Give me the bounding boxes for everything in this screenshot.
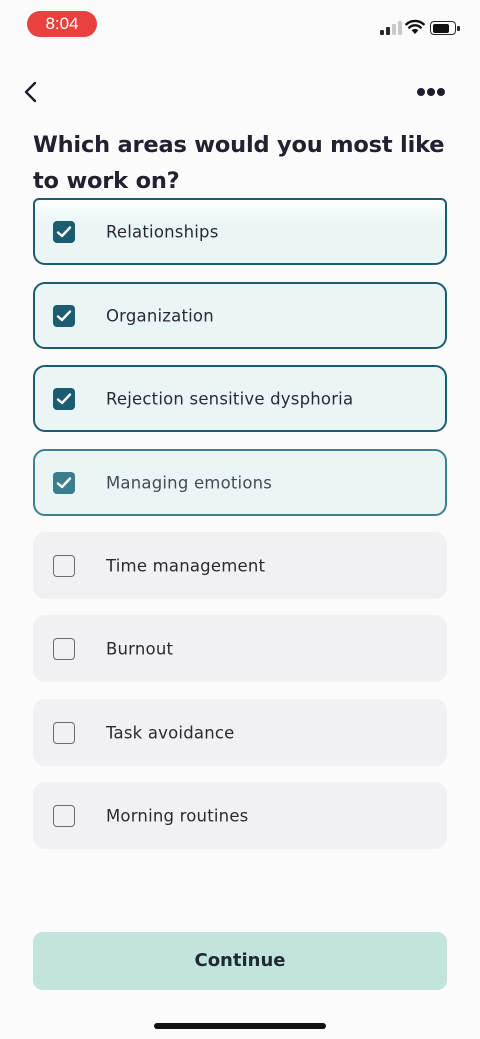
option-label: Organization [106,306,214,325]
option-item[interactable]: Relationships [33,198,447,265]
status-bar: 8:04 [0,0,480,50]
option-label: Morning routines [106,806,249,825]
more-options-button[interactable] [414,80,448,104]
checkbox-unchecked-icon[interactable] [53,637,75,660]
checkbox-checked-icon[interactable] [53,304,75,327]
option-label: Task avoidance [106,723,235,742]
home-indicator [154,1023,326,1029]
checkbox-unchecked-icon[interactable] [53,554,75,577]
battery-icon [430,21,460,35]
checkbox-checked-icon[interactable] [53,220,75,243]
checkbox-checked-icon[interactable] [53,471,75,494]
status-time: 8:04 [27,11,97,37]
option-item[interactable]: Task avoidance [33,699,447,766]
option-item[interactable]: Rejection sensitive dysphoria [33,365,447,432]
more-horizontal-icon [417,88,425,96]
option-item[interactable]: Time management [33,532,447,599]
wifi-icon [405,19,425,35]
option-item[interactable]: Burnout [33,615,447,682]
option-item[interactable]: Organization [33,282,447,349]
option-item[interactable]: Morning routines [33,782,447,849]
page-title: Which areas would you most like to work … [33,132,445,194]
option-item[interactable]: Managing emotions [33,449,447,516]
option-label: Managing emotions [106,473,273,492]
checkbox-unchecked-icon[interactable] [53,804,75,827]
option-label: Burnout [106,639,174,658]
option-label: Relationships [106,222,219,241]
option-label: Rejection sensitive dysphoria [106,389,354,408]
back-button[interactable] [18,78,46,106]
chevron-left-icon [24,81,37,103]
continue-button[interactable]: Continue [33,932,447,990]
cellular-signal-icon [380,21,402,35]
checkbox-unchecked-icon[interactable] [53,721,75,744]
checkbox-checked-icon[interactable] [53,387,75,410]
option-label: Time management [106,556,266,575]
screen: 8:04 Which areas would you most like to … [0,0,480,1039]
